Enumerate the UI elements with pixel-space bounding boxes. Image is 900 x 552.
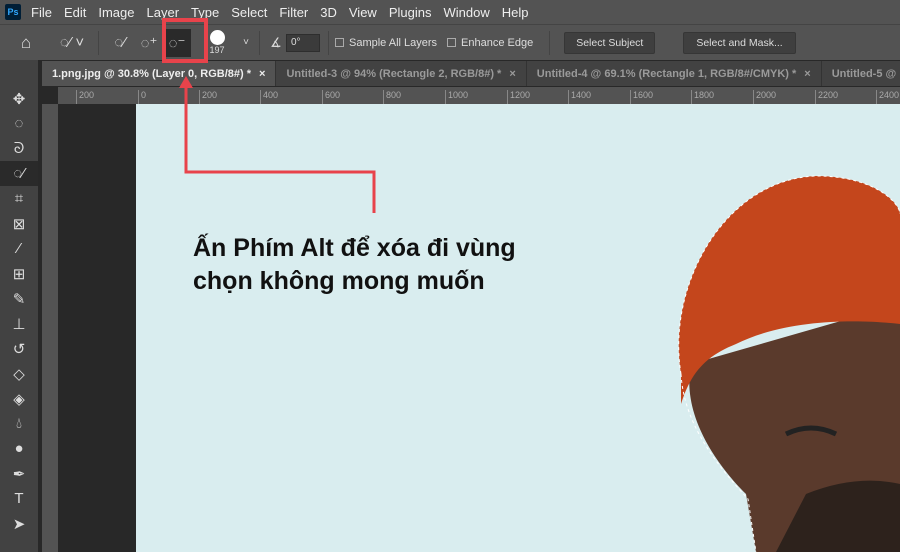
move-tool-icon[interactable]: ✥ [0,86,38,111]
sample-all-layers-label: Sample All Layers [349,36,438,49]
pen-tool-icon[interactable]: ✒︎ [0,461,38,486]
new-selection-icon[interactable]: ◌⁄ [105,34,135,51]
eyedropper-tool-icon[interactable]: ⁄ [0,236,38,261]
close-icon[interactable]: × [804,68,810,80]
brush-picker[interactable]: 197 [195,30,239,55]
subtract-from-selection-icon[interactable]: ◌⁻ [163,28,191,57]
menu-window[interactable]: Window [443,5,489,20]
history-brush-tool-icon[interactable]: ↺ [0,336,38,361]
marquee-tool-icon[interactable]: ◌ [0,111,38,136]
enhance-edge-label: Enhance Edge [461,36,534,49]
ruler-label: 400 [260,90,278,104]
menu-type[interactable]: Type [191,5,219,20]
ruler-label: 0 [138,90,146,104]
add-to-selection-icon[interactable]: ◌⁺ [135,34,163,52]
ruler-label: 600 [322,90,340,104]
instruction-caption: Ấn Phím Alt để xóa đi vùng chọn không mo… [193,232,516,298]
tab-untitled-4[interactable]: Untitled-4 @ 69.1% (Rectangle 1, RGB/8#/… [527,61,822,86]
enhance-edge-checkbox[interactable]: Enhance Edge [447,37,533,49]
menu-edit[interactable]: Edit [64,5,86,20]
quick-selection-preset-icon[interactable]: ◌⁄ ˅ [52,34,92,51]
ruler-label: 800 [383,90,401,104]
tab-untitled-3[interactable]: Untitled-3 @ 94% (Rectangle 2, RGB/8#) *… [276,61,527,86]
ruler-label: 1600 [630,90,653,104]
angle-input[interactable]: 0° [286,33,320,52]
menu-3d[interactable]: 3D [320,5,337,20]
frame-tool-icon[interactable]: ⊠ [0,211,38,236]
select-subject-button[interactable]: Select Subject [564,31,656,54]
brush-size: 197 [209,45,225,55]
document-canvas[interactable] [136,104,900,552]
menu-image[interactable]: Image [98,5,134,20]
sample-all-layers-checkbox[interactable]: Sample All Layers [335,37,437,49]
menu-filter[interactable]: Filter [279,5,308,20]
blur-tool-icon[interactable]: 💧︎ [0,411,38,436]
crop-tool-icon[interactable]: ⌗ [0,186,38,211]
menu-plugins[interactable]: Plugins [389,5,432,20]
vertical-ruler [42,104,58,552]
home-icon[interactable]: ⌂ [0,33,52,53]
ruler-label: 2000 [753,90,776,104]
type-tool-icon[interactable]: T [0,486,38,511]
tools-panel: ✥ ◌ ᘐ ◌⁄ ⌗ ⊠ ⁄ ⊞ ✎ ⊥ ↺ ◇ ◈ 💧︎ ● ✒︎ T ➤ [0,60,38,552]
menu-layer[interactable]: Layer [147,5,180,20]
ruler-label: 200 [199,90,217,104]
ruler-label: 200 [76,90,94,104]
menu-view[interactable]: View [349,5,377,20]
dodge-tool-icon[interactable]: ● [0,436,38,461]
angle-icon: ∡ [270,34,282,50]
document-tabs: 1.png.jpg @ 30.8% (Layer 0, RGB/8#) * × U… [42,61,900,86]
caption-line-2: chọn không mong muốn [193,267,485,295]
menu-select[interactable]: Select [231,5,267,20]
brush-tool-icon[interactable]: ✎ [0,286,38,311]
caption-line-1: Ấn Phím Alt để xóa đi vùng [193,234,516,262]
ruler-label: 1400 [568,90,591,104]
horizontal-ruler: 200 0 200 400 600 800 1000 1200 1400 160… [58,87,900,104]
options-bar: ⌂ ◌⁄ ˅ ◌⁄ ◌⁺ ◌⁻ 197 ˅ ∡ 0° Sample All La… [0,24,900,60]
tab-label: Untitled-5 @ [831,67,897,80]
tab-label: Untitled-4 @ 69.1% (Rectangle 1, RGB/8#/… [536,67,797,80]
path-selection-tool-icon[interactable]: ➤ [0,511,38,536]
brush-tip-icon [209,30,225,45]
menu-file[interactable]: File [31,5,52,20]
portrait-image [678,175,900,552]
menu-help[interactable]: Help [502,5,529,20]
healing-brush-tool-icon[interactable]: ⊞ [0,261,38,286]
ruler-label: 1000 [445,90,468,104]
tab-label: 1.png.jpg @ 30.8% (Layer 0, RGB/8#) * [52,67,252,80]
close-icon[interactable]: × [259,68,265,80]
ruler-label: 1200 [507,90,530,104]
tab-untitled-5[interactable]: Untitled-5 @ [822,61,900,86]
ruler-label: 1800 [691,90,714,104]
menu-bar: Ps File Edit Image Layer Type Select Fil… [0,0,900,24]
select-and-mask-button[interactable]: Select and Mask... [683,31,796,54]
ruler-label: 2400 [876,90,899,104]
quick-selection-tool-icon[interactable]: ◌⁄ [0,161,38,186]
ruler-label: 2200 [815,90,838,104]
photoshop-logo: Ps [5,4,21,20]
close-icon[interactable]: × [509,68,515,80]
clone-stamp-tool-icon[interactable]: ⊥ [0,311,38,336]
lasso-tool-icon[interactable]: ᘐ [0,136,38,161]
paint-bucket-tool-icon[interactable]: ◈ [0,386,38,411]
tab-document-1[interactable]: 1.png.jpg @ 30.8% (Layer 0, RGB/8#) * × [42,61,277,86]
chevron-down-icon[interactable]: ˅ [239,37,253,48]
eraser-tool-icon[interactable]: ◇ [0,361,38,386]
tab-label: Untitled-3 @ 94% (Rectangle 2, RGB/8#) * [286,67,502,80]
